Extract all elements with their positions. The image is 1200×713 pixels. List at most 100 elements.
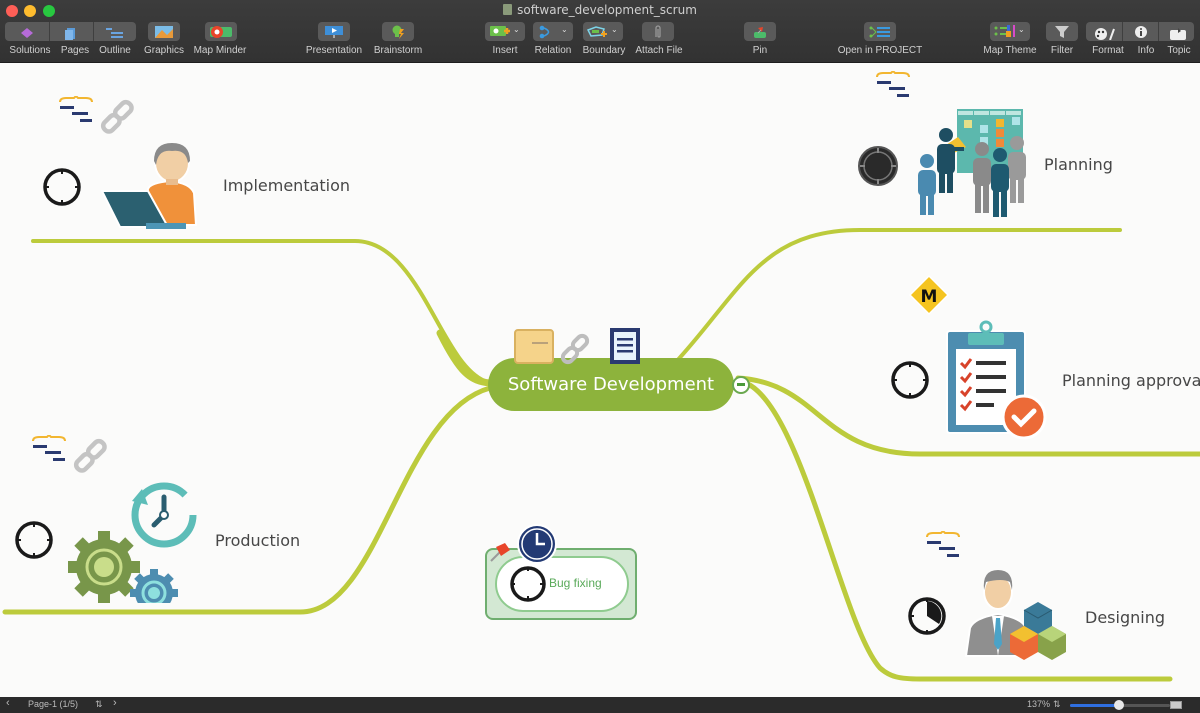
filter-button[interactable]	[1046, 22, 1078, 41]
topic-label: Topic	[1167, 45, 1191, 56]
note-icon[interactable]	[610, 328, 640, 364]
page-stepper-icon[interactable]: ⇅	[95, 699, 103, 710]
brainstorm-label: Brainstorm	[373, 45, 423, 56]
graphics-button[interactable]	[148, 22, 180, 41]
clock-icon	[517, 524, 557, 564]
chevron-down-icon: ⌄	[1018, 25, 1025, 34]
map-minder-icon	[210, 25, 232, 38]
progress-0-icon	[891, 361, 929, 399]
link-icon[interactable]	[560, 333, 590, 365]
link-icon[interactable]	[100, 99, 134, 134]
progress-0-icon	[510, 566, 546, 602]
pin-icon	[754, 26, 766, 38]
progress-0-icon	[43, 168, 81, 206]
next-page-button[interactable]: ›	[113, 697, 117, 709]
map-theme-label: Map Theme	[983, 45, 1037, 56]
zoom-level: 137%	[1027, 699, 1051, 709]
insert-icon	[490, 25, 510, 36]
topic-button[interactable]	[1170, 25, 1186, 40]
insert-button[interactable]: ⌄	[485, 22, 525, 41]
open-in-project-button[interactable]	[864, 22, 896, 41]
info-icon	[1135, 26, 1147, 38]
zoom-slider[interactable]	[1070, 700, 1170, 710]
developer-laptop-icon	[100, 143, 198, 229]
graphics-icon	[155, 25, 173, 38]
format-label: Format	[1092, 45, 1124, 56]
implementation-top-icons	[59, 96, 134, 134]
project-icon	[869, 26, 890, 37]
filter-label: Filter	[1050, 45, 1074, 56]
pages-icon	[65, 28, 75, 40]
pages-button[interactable]	[64, 25, 78, 40]
presentation-icon	[325, 25, 343, 38]
brainstorm-button[interactable]	[382, 22, 414, 41]
link-icon[interactable]	[73, 438, 107, 473]
info-button[interactable]	[1134, 25, 1148, 38]
branch-implementation	[31, 239, 487, 383]
progress-0-icon	[15, 521, 53, 559]
central-topic-icons	[514, 328, 640, 365]
solutions-icon	[21, 28, 33, 38]
summary-icon	[926, 531, 960, 557]
pin-button[interactable]	[744, 22, 776, 41]
summary-icon	[876, 71, 910, 97]
outline-label: Outline	[99, 45, 131, 56]
team-board-icon	[918, 109, 1026, 217]
insert-label: Insert	[492, 45, 518, 56]
map-minder-label: Map Minder	[193, 45, 247, 56]
topic-label-bug-fixing: Bug fixing	[549, 576, 602, 590]
progress-full-icon	[858, 146, 898, 186]
zoom-slider-handle[interactable]	[1114, 700, 1124, 710]
document-icon	[503, 4, 513, 15]
milestone-icon: M	[908, 275, 950, 316]
clipboard-checklist-icon	[946, 320, 1047, 440]
collapse-button[interactable]	[732, 376, 750, 394]
outline-icon	[106, 28, 123, 38]
gears-clock-icon	[68, 482, 197, 603]
attach-file-label: Attach File	[635, 45, 683, 56]
presentation-label: Presentation	[305, 45, 363, 56]
format-button[interactable]	[1094, 25, 1116, 41]
solutions-button[interactable]	[20, 25, 34, 38]
map-theme-button[interactable]: ⌄	[990, 22, 1030, 41]
branch-planning	[673, 228, 1122, 365]
progress-75-icon	[908, 597, 946, 635]
previous-page-button[interactable]: ‹	[6, 697, 10, 709]
milestone-letter: M	[921, 287, 938, 307]
pin-label: Pin	[752, 45, 768, 56]
topic-label-implementation: Implementation	[223, 176, 351, 195]
topic-label-planning: Planning	[1044, 155, 1113, 174]
topic-label-production: Production	[215, 531, 301, 550]
view-mode-icon[interactable]	[1170, 701, 1182, 709]
window-title: software_development_scrum	[0, 3, 1200, 17]
info-label: Info	[1137, 45, 1155, 56]
zoom-slider-fill	[1070, 704, 1119, 707]
boundary-button[interactable]: ⌄	[583, 22, 623, 41]
folder-icon	[514, 329, 554, 364]
summary-icon	[59, 96, 93, 122]
pin-icon	[490, 543, 510, 562]
graphics-label: Graphics	[143, 45, 184, 56]
relation-label: Relation	[534, 45, 572, 56]
paperclip-icon	[655, 24, 661, 38]
brainstorm-icon	[392, 25, 404, 39]
outline-button[interactable]	[106, 25, 123, 38]
relation-button[interactable]: ⌄	[533, 22, 573, 41]
page-indicator: Page-1 (1/5)	[28, 699, 79, 709]
production-top-icons	[32, 435, 107, 473]
boundary-label: Boundary	[582, 45, 626, 56]
map-minder-button[interactable]	[205, 22, 237, 41]
open-in-project-label: Open in PROJECT	[837, 45, 923, 56]
designer-cubes-icon	[964, 570, 1066, 660]
relation-icon	[539, 25, 550, 38]
attach-file-button[interactable]	[642, 22, 674, 41]
zoom-stepper-icon[interactable]: ⇅	[1053, 699, 1061, 710]
presentation-button[interactable]	[318, 22, 350, 41]
chevron-down-icon: ⌄	[513, 25, 520, 34]
chevron-down-icon: ⌄	[561, 25, 568, 34]
central-topic-label: Software Development	[507, 374, 715, 395]
title-bar: software_development_scrum Solutions Pag…	[0, 0, 1200, 63]
map-theme-icon	[994, 25, 1015, 37]
document-name: software_development_scrum	[517, 3, 697, 17]
mind-map-canvas[interactable]: Software Development Implementation Prod…	[0, 63, 1200, 697]
